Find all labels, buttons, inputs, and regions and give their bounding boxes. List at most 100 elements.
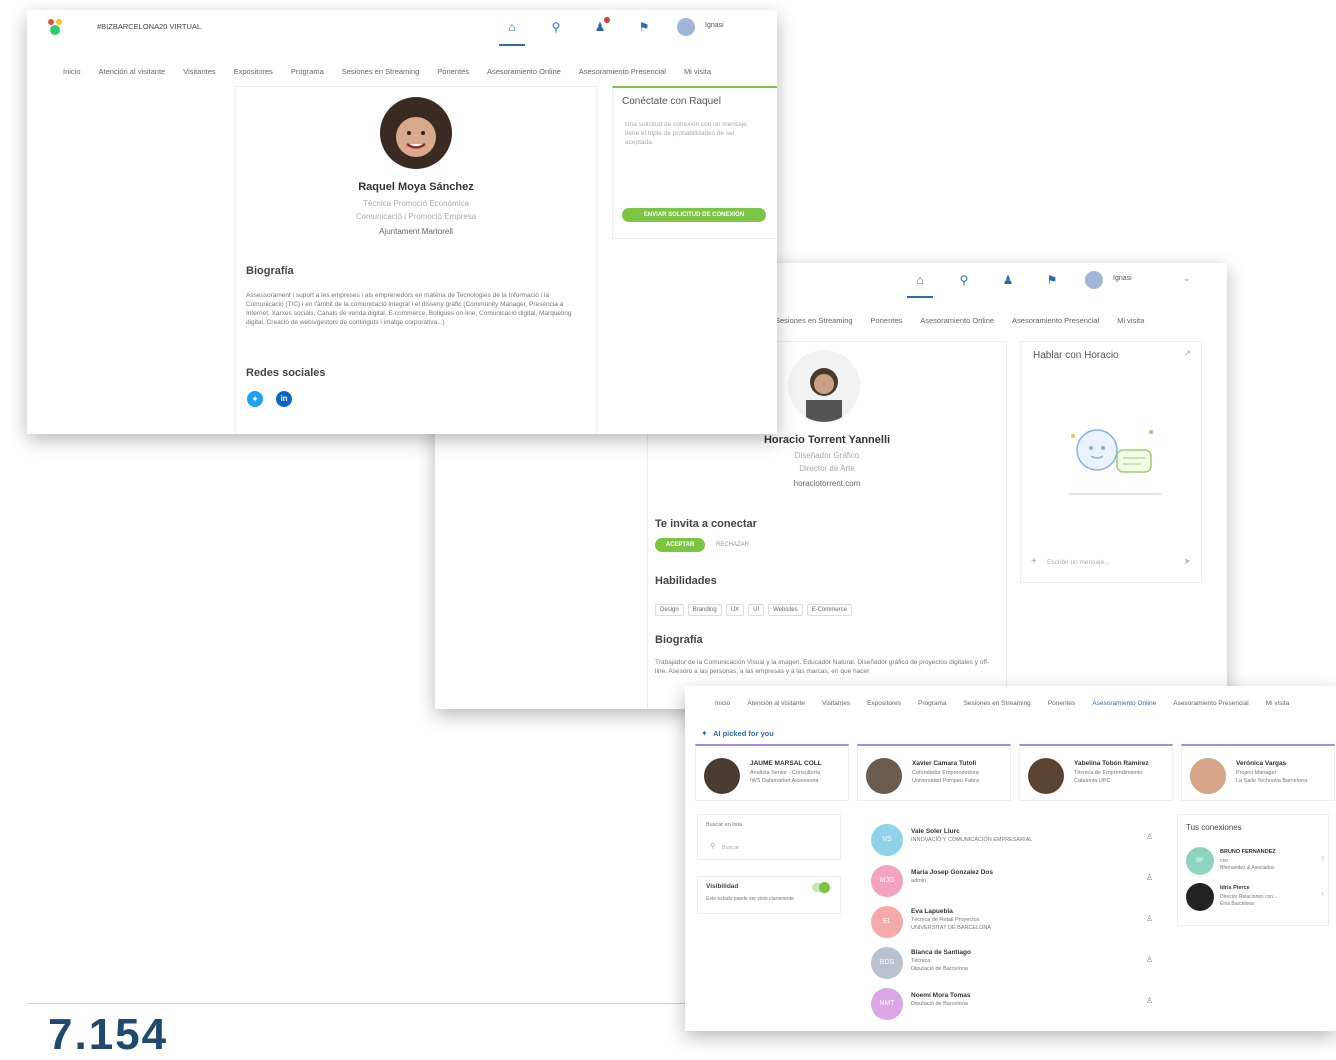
profile-department: Comunicació i Promoció Empresa [355,212,477,221]
suggestion-card[interactable]: Yabelina Tobón Ramírez Técnica de Empren… [1019,744,1173,801]
list-item[interactable]: BDS Blanca de Santiago Técnica Diputació… [867,943,1157,981]
chevron-right-icon[interactable]: › [1321,853,1324,862]
invite-title: Te invita a conectar [655,518,757,530]
user-avatar[interactable] [1085,271,1103,289]
home-icon[interactable]: ⌂ [505,20,519,34]
nav-inicio[interactable]: Inicio [715,700,730,707]
contacts-icon[interactable]: ⚑ [1045,273,1059,287]
nav-asesoramiento-presencial[interactable]: Asesoramiento Presencial [1012,316,1099,325]
user-avatar[interactable] [677,18,695,36]
list-item[interactable]: VS Vale Soler Llurc INNOVACIÓ Y COMUNICA… [867,820,1157,858]
person-name: Vale Soler Llurc [911,828,960,835]
chevron-down-icon[interactable]: ⌄ [1183,273,1191,284]
nav-visitantes[interactable]: Visitantes [822,700,850,707]
list-item[interactable]: MJG Maria Josep Gonzalez Dos admin ♙ [867,861,1157,899]
profile-window-raquel: #BIZBARCELONA20 VIRTUAL ⌂ ⚲ ♟ ⚑ Ignasi I… [27,10,777,434]
ai-picks-title: AI picked for you [713,729,774,738]
connect-message-input[interactable]: Una solicitud de conexión con un mensaje… [625,120,755,147]
people-list: VS Vale Soler Llurc INNOVACIÓ Y COMUNICA… [867,820,1167,1030]
nav-expositores[interactable]: Expositores [867,700,901,707]
attach-icon[interactable]: + [1031,556,1037,567]
accept-button[interactable]: ACEPTAR [655,538,705,552]
search-people-icon[interactable]: ⚲ [549,20,563,34]
nav-asesoramiento-presencial[interactable]: Asesoramiento Presencial [1173,700,1249,707]
add-contact-icon[interactable]: ♙ [1146,873,1153,882]
nav-expositores[interactable]: Expositores [234,67,273,76]
nav-atencion[interactable]: Atención al visitante [99,67,166,76]
search-people-icon[interactable]: ⚲ [957,273,971,287]
bio-text: Assessorament i suport a les empreses i … [246,292,572,326]
add-contact-icon[interactable]: ♙ [1146,914,1153,923]
nav-streaming[interactable]: Sesiones en Streaming [775,316,853,325]
connection-item[interactable]: Idris Pierce Director Relaciones con... … [1184,881,1324,913]
chat-message-input[interactable]: Escribir un mensaje... [1047,558,1110,567]
nav-asesoramiento-online[interactable]: Asesoramiento Online [487,67,561,76]
add-contact-icon[interactable]: ♙ [1146,996,1153,1005]
profile-role: Director de Arte [799,464,855,473]
bio-title: Biografía [246,265,294,277]
nav-visitantes[interactable]: Visitantes [183,67,215,76]
nav-mi-visita[interactable]: Mi visita [684,67,711,76]
nav-asesoramiento-presencial[interactable]: Asesoramiento Presencial [579,67,666,76]
person-role: admin [911,878,926,884]
chevron-right-icon[interactable]: › [1321,889,1324,898]
nav-ponentes[interactable]: Ponentes [437,67,469,76]
app-logo[interactable] [47,18,63,36]
footer-number: 7.154 [48,1010,169,1059]
nav-programa[interactable]: Programa [291,67,324,76]
avatar: NMT [871,988,903,1020]
top-bar: #BIZBARCELONA20 VIRTUAL ⌂ ⚲ ♟ ⚑ Ignasi [27,10,777,52]
chat-illustration [1069,429,1161,495]
send-connection-button[interactable]: ENVIAR SOLICITUD DE CONEXIÓN [622,208,766,222]
nav-asesoramiento-online[interactable]: Asesoramiento Online [920,316,994,325]
person-role: INNOVACIÓ Y COMUNICACIÓN EMPRESARIAL [911,837,1033,843]
notifications-icon[interactable]: ♟ [1001,273,1015,287]
nav-programa[interactable]: Programa [918,700,947,707]
person-company: Diputació de Barcelona [911,966,968,972]
linkedin-icon[interactable]: in [276,391,292,407]
home-active-underline [499,44,525,46]
main-nav: Inicio Atención al visitante Visitantes … [63,60,777,82]
person-company: UNIVERSITAT DE BARCELONA [911,925,992,931]
nav-inicio[interactable]: Inicio [63,67,81,76]
nav-ponentes[interactable]: Ponentes [871,316,903,325]
nav-atencion[interactable]: Atención al visitante [747,700,805,707]
list-item[interactable]: EL Eva Lapuebla Técnica de Retail Proyec… [867,902,1157,940]
home-icon[interactable]: ⌂ [913,273,927,287]
reject-button[interactable]: RECHAZAR [716,538,749,552]
suggestion-card[interactable]: Xavier Camara Tutoli Cofundador Emprende… [857,744,1011,801]
sparkle-icon: ✦ [701,729,708,738]
avatar [866,758,902,794]
twitter-icon[interactable]: ✦ [247,391,263,407]
skill-chip: UI [748,604,765,616]
search-input[interactable]: Buscar [722,844,739,853]
contacts-icon[interactable]: ⚑ [637,20,651,34]
nav-streaming[interactable]: Sesiones en Streaming [964,700,1031,707]
nav-mi-visita[interactable]: Mi visita [1117,316,1144,325]
visibility-panel: Visibilidad Este estado puede ser visto … [697,876,841,914]
suggestion-card[interactable]: JAUME MARSAL COLL Analista Senior - Cons… [695,744,849,801]
add-contact-icon[interactable]: ♙ [1146,832,1153,841]
profile-website[interactable]: horaciotorrent.com [648,479,1006,488]
connection-item[interactable]: BF BRUNO FERNANDEZ ceo Bfernandez & Asoc… [1184,845,1324,877]
nav-streaming[interactable]: Sesiones en Streaming [342,67,420,76]
nav-ponentes[interactable]: Ponentes [1048,700,1075,707]
nav-asesoramiento-online[interactable]: Asesoramiento Online [1092,700,1156,707]
skills-list: Design Branding UX UI Websites E-Commerce [655,598,856,616]
avatar: BDS [871,947,903,979]
expand-icon[interactable]: ↗ [1183,348,1191,359]
skill-chip: Branding [687,604,722,616]
avatar [704,758,740,794]
suggestion-name: Xavier Camara Tutoli [912,760,977,767]
avatar: MJG [871,865,903,897]
add-contact-icon[interactable]: ♙ [1146,955,1153,964]
visibility-toggle[interactable] [812,882,830,893]
send-icon[interactable]: ➤ [1183,556,1191,567]
nav-mi-visita[interactable]: Mi visita [1266,700,1289,707]
suggestion-card[interactable]: Verónica Vargas Project Manager La Salle… [1181,744,1335,801]
app-title: #BIZBARCELONA20 VIRTUAL [97,22,202,31]
profile-name: Raquel Moya Sánchez [358,181,474,193]
suggestion-name: JAUME MARSAL COLL [750,760,822,767]
chat-title: Hablar con Horacio [1033,350,1119,361]
list-item[interactable]: NMT Noemí Mora Tomas Diputació de Barcel… [867,984,1157,1022]
